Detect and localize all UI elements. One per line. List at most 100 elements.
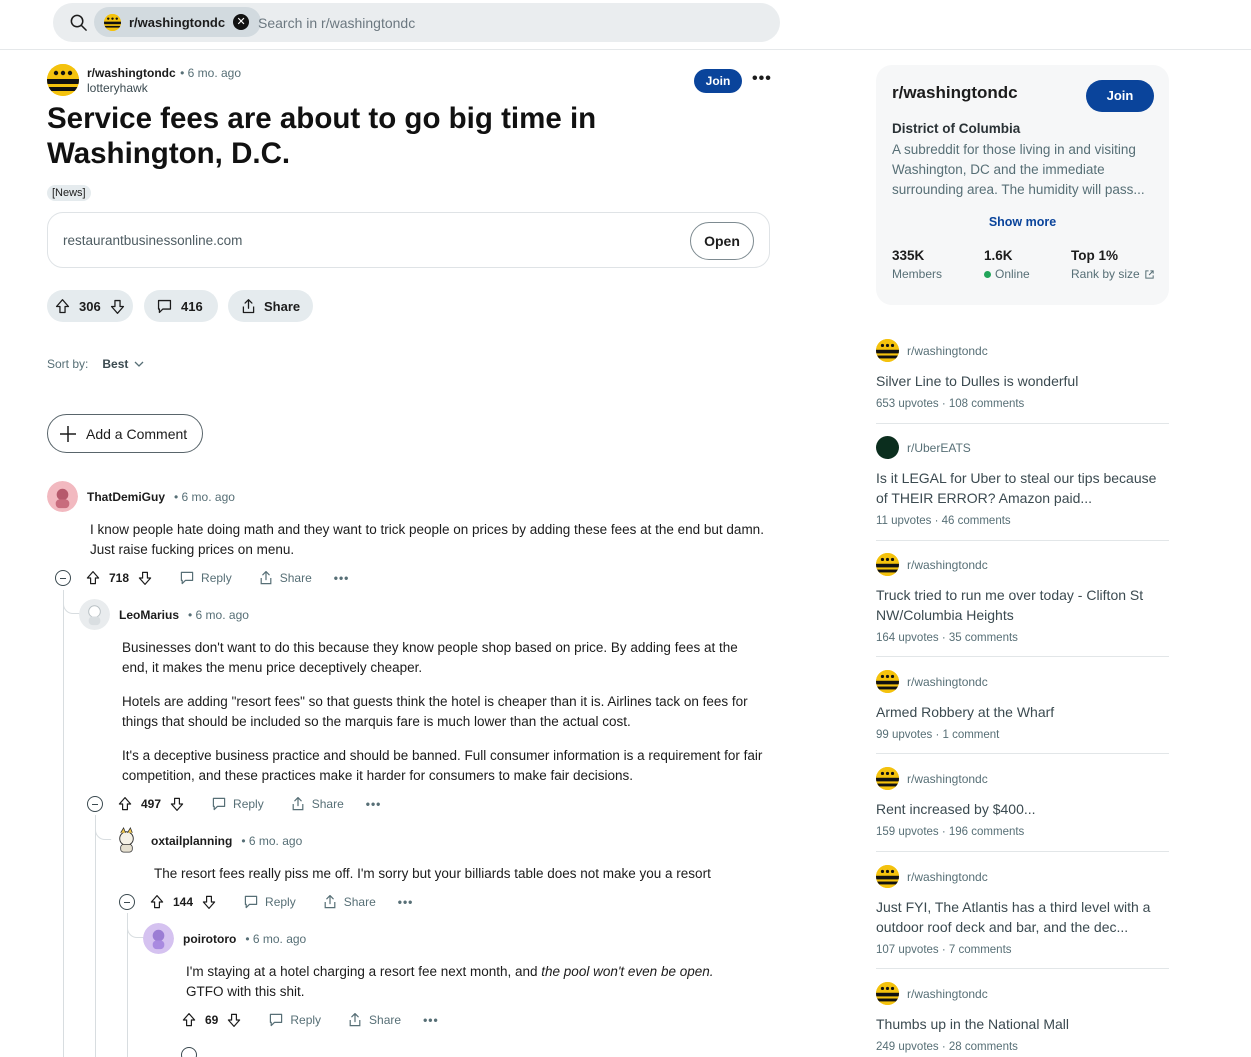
- link-preview-card[interactable]: restaurantbusinessonline.com Open: [47, 212, 770, 268]
- post-more-options-icon[interactable]: •••: [752, 70, 772, 88]
- related-title[interactable]: Rent increased by $400...: [876, 799, 1169, 819]
- search-input[interactable]: [258, 3, 708, 42]
- reply-button[interactable]: Reply: [179, 570, 232, 586]
- related-title[interactable]: Is it LEGAL for Uber to steal our tips b…: [876, 468, 1169, 508]
- clear-chip-icon[interactable]: ✕: [233, 14, 250, 30]
- comment-text: I'm staying at a hotel charging a resort…: [186, 964, 714, 979]
- related-subreddit[interactable]: r/washingtondc: [907, 987, 988, 1001]
- related-subreddit[interactable]: r/washingtondc: [907, 870, 988, 884]
- add-comment-button[interactable]: Add a Comment: [47, 414, 203, 453]
- show-more-link[interactable]: Show more: [876, 215, 1169, 229]
- downvote-icon[interactable]: [201, 894, 217, 910]
- comment-text: The resort fees really piss me off. I'm …: [154, 866, 711, 881]
- related-post[interactable]: r/washingtondc Just FYI, The Atlantis ha…: [876, 865, 1169, 969]
- thread-line[interactable]: [63, 590, 64, 1057]
- upvote-icon[interactable]: [85, 570, 101, 586]
- comment-username[interactable]: poirotoro: [183, 932, 236, 946]
- downvote-icon[interactable]: [137, 570, 153, 586]
- comment-more-options-icon[interactable]: •••: [366, 797, 382, 811]
- comment-actions: 144 Reply Share •••: [119, 894, 413, 910]
- comment-actions: 69 Reply Share •••: [181, 1012, 439, 1028]
- collapse-thread-icon[interactable]: [87, 796, 103, 812]
- share-button[interactable]: Share: [258, 570, 312, 586]
- avatar[interactable]: [79, 599, 110, 630]
- comment-time: • 6 mo. ago: [241, 833, 303, 848]
- comment-text: It's a deceptive business practice and s…: [122, 748, 763, 783]
- related-meta: 653 upvotes · 108 comments: [876, 398, 1025, 410]
- thread-line[interactable]: [127, 913, 128, 1057]
- members-label: Members: [892, 267, 943, 281]
- subreddit-filter-chip[interactable]: r/washingtondc ✕: [94, 7, 262, 37]
- comments-button[interactable]: 416: [144, 290, 218, 322]
- community-title[interactable]: r/washingtondc: [892, 83, 1018, 103]
- share-button[interactable]: Share: [322, 894, 376, 910]
- search-icon: [70, 14, 87, 31]
- reply-button[interactable]: Reply: [243, 894, 296, 910]
- related-subreddit[interactable]: r/washingtondc: [907, 558, 988, 572]
- divider: [876, 540, 1169, 541]
- comment-username[interactable]: ThatDemiGuy: [87, 490, 165, 504]
- reply-button[interactable]: Reply: [268, 1012, 321, 1028]
- thread-line[interactable]: [95, 815, 96, 1057]
- comment-more-options-icon[interactable]: •••: [334, 571, 350, 585]
- related-post[interactable]: r/washingtondc Armed Robbery at the Whar…: [876, 670, 1169, 754]
- upvote-icon[interactable]: [149, 894, 165, 910]
- comment-icon: [270, 1013, 283, 1027]
- join-button[interactable]: Join: [694, 69, 742, 93]
- comment-username[interactable]: LeoMarius: [119, 608, 179, 622]
- related-subreddit[interactable]: r/UberEATS: [907, 441, 971, 455]
- post-flair[interactable]: [News]: [47, 185, 91, 201]
- subreddit-avatar-icon: [876, 865, 899, 888]
- reply-button[interactable]: Reply: [211, 796, 264, 812]
- comment-score: 144: [173, 895, 194, 909]
- upvote-icon[interactable]: [117, 796, 133, 812]
- share-button[interactable]: Share: [290, 796, 344, 812]
- upvote-icon[interactable]: [54, 298, 71, 315]
- post-subreddit-link[interactable]: r/washingtondc: [87, 66, 176, 80]
- community-join-button[interactable]: Join: [1086, 80, 1154, 112]
- rank-stat[interactable]: Top 1% Rank by size: [1071, 248, 1155, 281]
- collapse-thread-icon[interactable]: [119, 894, 135, 910]
- collapse-thread-icon[interactable]: [55, 570, 71, 586]
- search-bar[interactable]: r/washingtondc ✕: [53, 3, 780, 42]
- comment-actions: 497 Reply Share •••: [87, 796, 381, 812]
- related-title[interactable]: Thumbs up in the National Mall: [876, 1014, 1169, 1034]
- comment-more-options-icon[interactable]: •••: [423, 1013, 439, 1027]
- related-post[interactable]: r/washingtondc Thumbs up in the National…: [876, 982, 1169, 1053]
- upvote-icon[interactable]: [181, 1012, 197, 1028]
- avatar[interactable]: [111, 825, 142, 856]
- link-domain[interactable]: restaurantbusinessonline.com: [63, 233, 242, 248]
- downvote-icon[interactable]: [226, 1012, 242, 1028]
- share-button[interactable]: Share: [347, 1012, 401, 1028]
- sort-dropdown[interactable]: Best: [102, 357, 144, 371]
- related-subreddit[interactable]: r/washingtondc: [907, 344, 988, 358]
- share-button[interactable]: Share: [228, 290, 313, 322]
- divider: [876, 968, 1169, 969]
- comment-icon: [244, 895, 258, 909]
- related-post[interactable]: r/washingtondc Rent increased by $400...…: [876, 767, 1169, 852]
- sort-label: Sort by:: [47, 357, 89, 371]
- share-label: Share: [369, 1013, 402, 1027]
- related-post[interactable]: r/washingtondc Truck tried to run me ove…: [876, 553, 1169, 657]
- avatar[interactable]: [143, 923, 174, 954]
- collapsed-reply-indicator[interactable]: [181, 1047, 197, 1057]
- post-author[interactable]: lotteryhawk: [87, 81, 241, 96]
- related-title[interactable]: Armed Robbery at the Wharf: [876, 702, 1169, 722]
- related-title[interactable]: Silver Line to Dulles is wonderful: [876, 371, 1169, 391]
- downvote-icon[interactable]: [109, 298, 126, 315]
- related-subreddit[interactable]: r/washingtondc: [907, 675, 988, 689]
- related-post[interactable]: r/UberEATS Is it LEGAL for Uber to steal…: [876, 436, 1169, 541]
- subreddit-avatar-icon[interactable]: [47, 64, 79, 96]
- comment-username[interactable]: oxtailplanning: [151, 834, 232, 848]
- related-post[interactable]: r/washingtondc Silver Line to Dulles is …: [876, 339, 1169, 424]
- related-subreddit[interactable]: r/washingtondc: [907, 772, 988, 786]
- related-meta: 107 upvotes · 7 comments: [876, 944, 1012, 956]
- chip-label: r/washingtondc: [129, 14, 226, 30]
- downvote-icon[interactable]: [169, 796, 185, 812]
- avatar[interactable]: [47, 481, 78, 512]
- open-link-button[interactable]: Open: [690, 222, 754, 260]
- related-title[interactable]: Truck tried to run me over today - Clift…: [876, 585, 1169, 625]
- comment-more-options-icon[interactable]: •••: [398, 895, 414, 909]
- reply-label: Reply: [290, 1013, 322, 1027]
- related-title[interactable]: Just FYI, The Atlantis has a third level…: [876, 897, 1169, 937]
